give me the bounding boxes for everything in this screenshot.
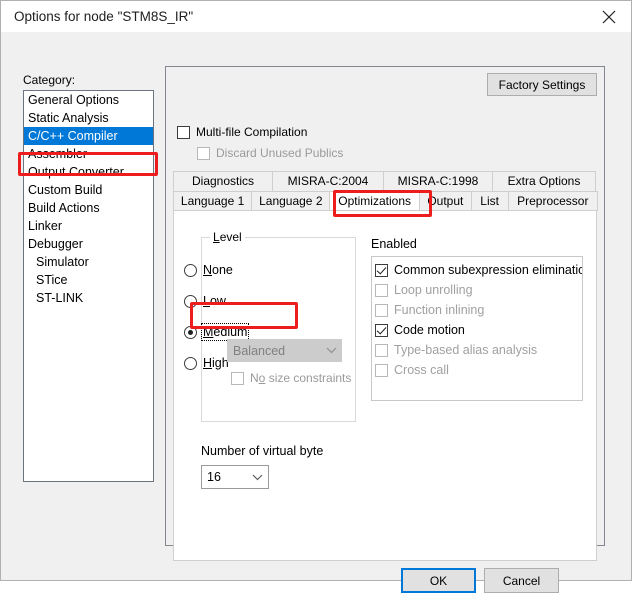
checkbox-box [197,146,210,160]
enabled-item-type-based-alias-analysis: Type-based alias analysis [375,340,582,360]
tab-misra-c-1998[interactable]: MISRA-C:1998 [383,171,493,191]
category-item-build-actions[interactable]: Build Actions [24,199,153,217]
category-item-st-link[interactable]: ST-LINK [24,289,153,307]
enabled-item-label: Function inlining [394,303,485,317]
enabled-item-loop-unrolling: Loop unrolling [375,280,582,300]
category-item-simulator[interactable]: Simulator [24,253,153,271]
enabled-item-code-motion[interactable]: Code motion [375,320,582,340]
checkbox-box [375,323,388,337]
optimization-strategy-dropdown: Balanced [227,339,342,362]
options-dialog: Options for node "STM8S_IR" Category: Ge… [0,0,632,593]
close-icon[interactable] [586,1,631,32]
virtual-bytes-dropdown[interactable]: 16 [201,465,269,489]
enabled-item-label: Loop unrolling [394,283,473,297]
multi-file-compilation-checkbox[interactable]: Multi-file Compilation [177,125,307,139]
enabled-item-cross-call: Cross call [375,360,582,380]
tab-strip: Diagnostics MISRA-C:2004 MISRA-C:1998 Extra… [173,171,599,211]
level-radio-none[interactable]: None [184,263,233,277]
no-size-constraints-checkbox: No size constraints [231,371,351,385]
level-radio-medium[interactable]: Medium [184,323,250,341]
radio-circle [184,356,197,370]
discard-unused-publics-checkbox: Discard Unused Publics [197,146,343,160]
checkbox-box [375,343,388,357]
checkbox-box [375,283,388,297]
checkbox-box [375,363,388,377]
level-radio-high[interactable]: High [184,356,229,370]
enabled-item-label: Cross call [394,363,449,377]
enabled-item-label: Code motion [394,323,465,337]
radio-circle [184,294,197,308]
dialog-body: Category: General Options Static Analysis… [2,32,630,593]
category-label: Category: [23,73,76,87]
optimization-strategy-value: Balanced [233,343,286,358]
tab-list[interactable]: List [470,191,509,211]
enabled-item-label: Type-based alias analysis [394,343,538,357]
enabled-section-label: Enabled [371,237,417,251]
options-panel: Factory Settings Multi-file Compilation … [165,66,605,561]
category-item-stice[interactable]: STice [24,271,153,289]
enabled-item-label: Common subexpression elimination [394,263,583,277]
level-group-legend: Level [210,230,245,244]
category-item-debugger[interactable]: Debugger [24,235,153,253]
category-item-assembler[interactable]: Assembler [24,145,153,163]
optimizations-tab-panel: Level None Low Medium High Balanced No s… [173,210,597,561]
category-item-general-options[interactable]: General Options [24,91,153,109]
tab-row-lower: Language 1 Language 2 Optimizations Output L… [173,191,599,211]
level-radio-medium-label: Medium [200,323,250,341]
window-title: Options for node "STM8S_IR" [14,9,194,24]
checkbox-box [231,371,244,385]
category-item-linker[interactable]: Linker [24,217,153,235]
virtual-bytes-label: Number of virtual byte [201,444,324,458]
category-item-custom-build[interactable]: Custom Build [24,181,153,199]
category-item-output-converter[interactable]: Output Converter [24,163,153,181]
enabled-item-common-subexpression-elimination[interactable]: Common subexpression elimination [375,260,582,280]
tab-output[interactable]: Output [418,191,472,211]
enabled-item-function-inlining: Function inlining [375,300,582,320]
enabled-optimizations-list[interactable]: Common subexpression elimination Loop unr… [371,256,583,401]
tab-optimizations[interactable]: Optimizations [329,191,420,211]
factory-settings-button[interactable]: Factory Settings [487,73,597,96]
level-radio-high-label: High [203,356,229,370]
tab-diagnostics[interactable]: Diagnostics [173,171,273,191]
discard-unused-publics-label: Discard Unused Publics [216,146,344,160]
radio-circle [184,325,197,339]
tab-misra-c-2004[interactable]: MISRA-C:2004 [272,171,384,191]
multi-file-compilation-label: Multi-file Compilation [196,125,308,139]
virtual-bytes-value: 16 [207,470,221,484]
tab-preprocessor[interactable]: Preprocessor [507,191,599,211]
level-radio-none-label: None [203,263,233,277]
tab-row-upper: Diagnostics MISRA-C:2004 MISRA-C:1998 Extra… [173,171,597,191]
category-list[interactable]: General Options Static Analysis C/C++ Comp… [23,90,154,482]
category-item-c-c-compiler[interactable]: C/C++ Compiler [24,127,153,145]
checkbox-box [375,263,388,277]
tab-language-1[interactable]: Language 1 [173,191,253,211]
tab-extra-options[interactable]: Extra Options [492,171,596,191]
chevron-down-icon [246,474,268,481]
level-radio-low-label: Low [203,294,226,308]
tab-language-2[interactable]: Language 2 [251,191,331,211]
category-item-static-analysis[interactable]: Static Analysis [24,109,153,127]
chevron-down-icon [320,347,342,354]
level-radio-low[interactable]: Low [184,294,226,308]
no-size-constraints-label: No size constraints [250,371,352,385]
title-bar: Options for node "STM8S_IR" [1,1,631,32]
checkbox-box [177,125,190,139]
radio-circle [184,263,197,277]
checkbox-box [375,303,388,317]
